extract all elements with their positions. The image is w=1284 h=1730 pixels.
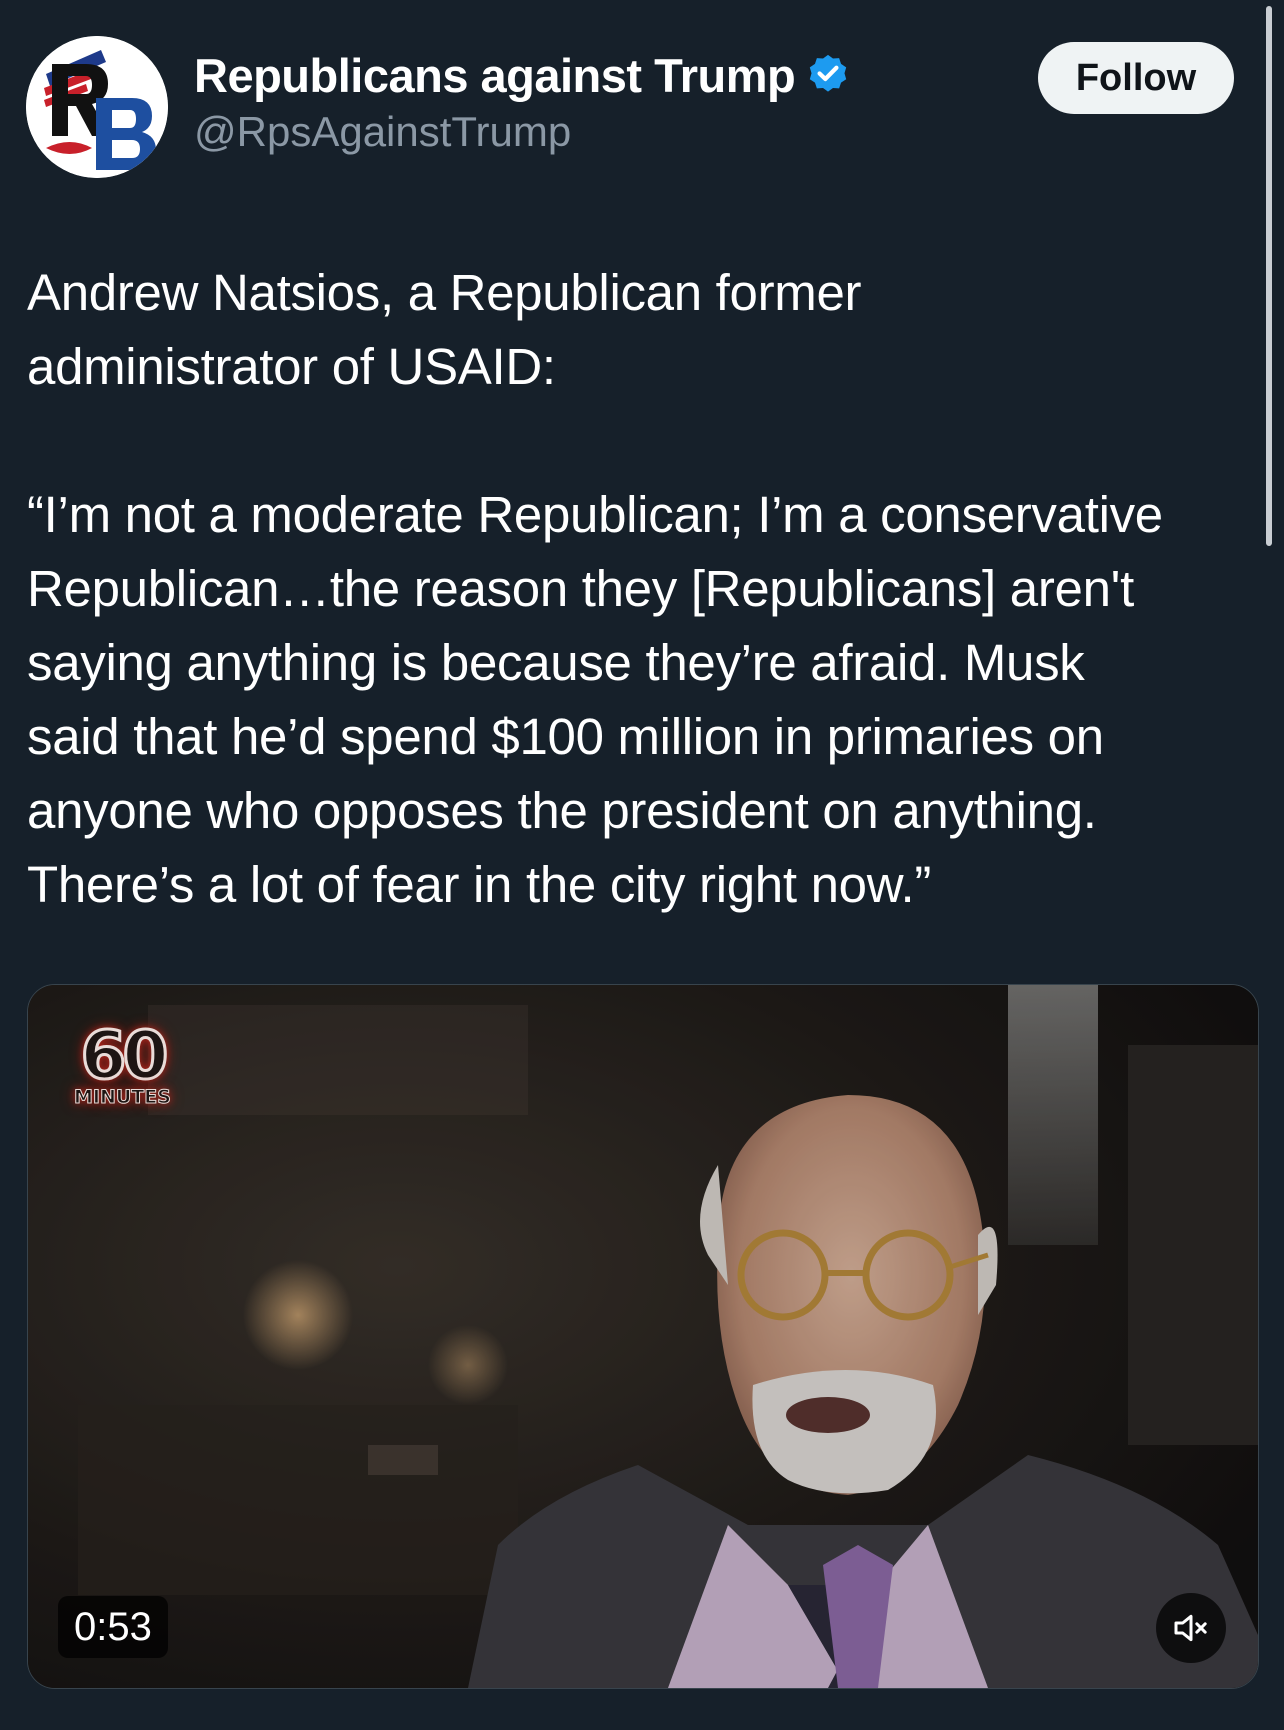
tweet-line: Andrew Natsios, a Republican former xyxy=(27,264,862,321)
verified-badge-icon xyxy=(805,52,851,98)
tweet-line: “I’m not a moderate Republican; I’m a co… xyxy=(27,486,1163,543)
rb-logo-icon xyxy=(26,36,168,178)
account-name-block: Republicans against Trump @RpsAgainstTru… xyxy=(194,46,851,156)
tweet-text: Andrew Natsios, a Republican former admi… xyxy=(27,256,1267,922)
logo-number: 60 xyxy=(79,1017,170,1094)
sixty-minutes-logo: 60 MINUTES xyxy=(74,1017,172,1108)
tweet-line: saying anything is because they’re afrai… xyxy=(27,634,1085,691)
tweet-line: Republican…the reason they [Republicans]… xyxy=(27,560,1134,617)
account-handle[interactable]: @RpsAgainstTrump xyxy=(194,108,851,156)
display-name-row: Republicans against Trump xyxy=(194,46,851,104)
tweet-line: administrator of USAID: xyxy=(27,338,556,395)
display-name[interactable]: Republicans against Trump xyxy=(194,48,796,103)
logo-word: MINUTES xyxy=(74,1086,172,1108)
account-avatar[interactable] xyxy=(26,36,168,178)
speaker-muted-icon xyxy=(1174,1614,1207,1642)
tweet-line-blank xyxy=(27,404,1267,478)
tweet-line: anyone who opposes the president on anyt… xyxy=(27,782,1097,839)
video-frame-image xyxy=(28,985,1258,1688)
video-duration-badge: 0:53 xyxy=(58,1596,168,1658)
mute-toggle-button[interactable] xyxy=(1156,1593,1226,1663)
follow-button[interactable]: Follow xyxy=(1038,42,1234,114)
video-player[interactable]: 60 MINUTES 0:53 xyxy=(27,984,1259,1689)
tweet-line: said that he’d spend $100 million in pri… xyxy=(27,708,1104,765)
tweet-line: There’s a lot of fear in the city right … xyxy=(27,856,932,913)
tweet-header: Republicans against Trump @RpsAgainstTru… xyxy=(26,36,1236,182)
